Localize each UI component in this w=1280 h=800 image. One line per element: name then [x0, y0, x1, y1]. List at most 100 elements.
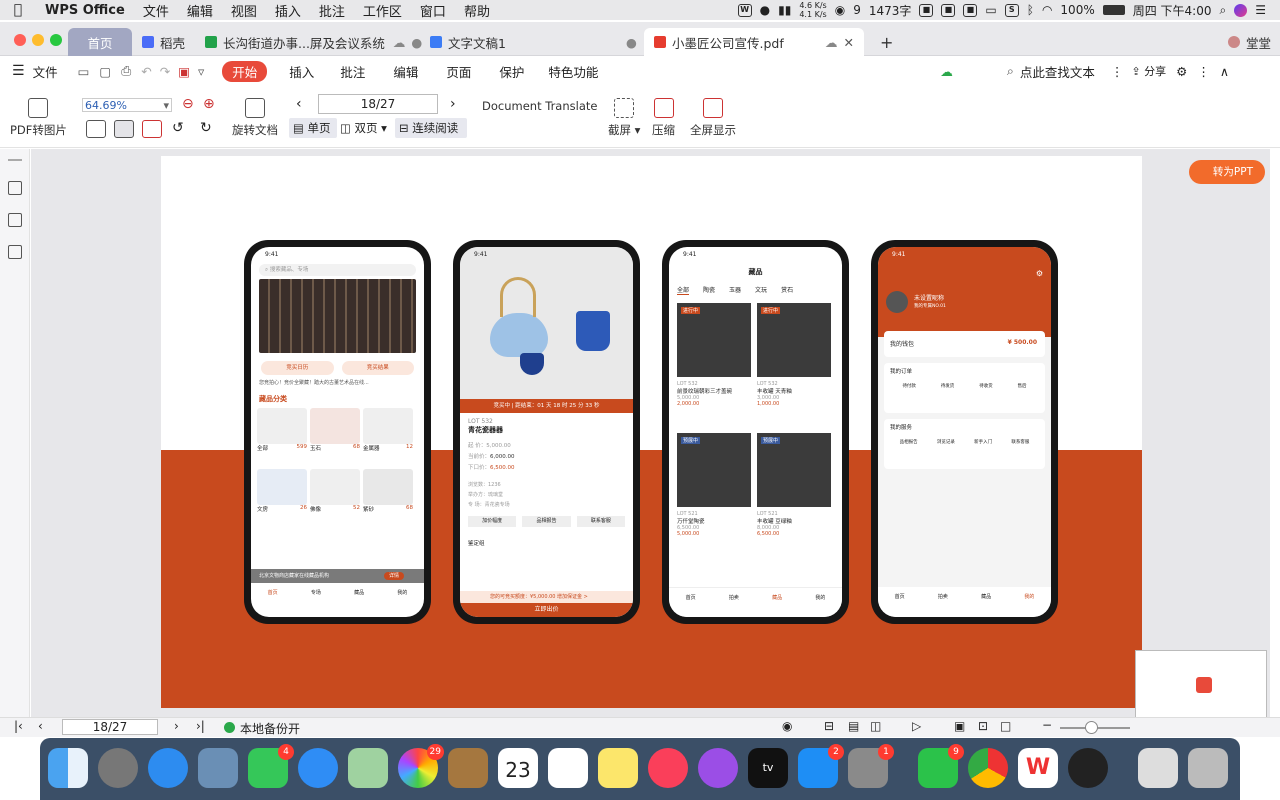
maps-icon[interactable]: [348, 748, 388, 788]
apple-icon[interactable]: : [0, 2, 36, 18]
menu-insert[interactable]: 插入: [266, 1, 310, 20]
more-icon[interactable]: ⋮: [1197, 64, 1210, 79]
collapse-ribbon-icon[interactable]: ∧: [1220, 64, 1229, 79]
close-window-icon[interactable]: [14, 34, 26, 46]
tab-edit[interactable]: 编辑: [393, 62, 418, 81]
nav-auction[interactable]: 拍卖: [938, 593, 948, 617]
service-contact[interactable]: 联系客服: [1011, 439, 1029, 445]
share-button[interactable]: ⇪ 分享: [1131, 63, 1166, 79]
bars-icon[interactable]: ▮▮: [778, 3, 791, 17]
product-card[interactable]: 进行中 LOT 532 丰收罐 天青釉 3,000.00 1,000.00: [757, 303, 831, 427]
export-pdf-icon[interactable]: ▣: [178, 64, 190, 79]
tray-icon-a[interactable]: ■: [919, 3, 934, 17]
order-after-sale[interactable]: 售后: [1018, 383, 1027, 389]
service-report[interactable]: 品相报告: [900, 439, 918, 445]
wallet-card[interactable]: 我的钱包 ¥ 500.00: [884, 331, 1045, 357]
find-text[interactable]: 点此查找文本: [1020, 62, 1095, 81]
menu-view[interactable]: 视图: [222, 1, 266, 20]
rotate-left-icon[interactable]: ↺: [172, 120, 184, 136]
document-translate-button[interactable]: Document Translate: [482, 99, 597, 113]
tab-stone[interactable]: 赏石: [781, 285, 793, 295]
documents-folder-icon[interactable]: [1138, 748, 1178, 788]
calendar-icon[interactable]: 23: [498, 748, 538, 788]
zoom-select[interactable]: 64.69% ▾: [82, 98, 172, 112]
zoom-window-icon[interactable]: [50, 34, 62, 46]
next-page-icon[interactable]: ›: [450, 96, 456, 112]
fullscreen-button[interactable]: 全屏显示: [690, 98, 736, 138]
menu-comment[interactable]: 批注: [310, 1, 354, 20]
save-icon[interactable]: ▢: [99, 64, 111, 79]
qq-icon[interactable]: [1068, 748, 1108, 788]
notes-icon[interactable]: [598, 748, 638, 788]
contact-button[interactable]: 联系客服: [576, 516, 625, 527]
tab-sheet[interactable]: 长沟街道办事...屏及会议系统 ☁ ●: [195, 28, 432, 56]
launchpad-icon[interactable]: [98, 748, 138, 788]
actual-size-icon[interactable]: ▣: [954, 719, 965, 733]
nav-home[interactable]: 首页: [686, 594, 696, 617]
continuous-read-button[interactable]: ⊟ 连续阅读: [395, 118, 467, 138]
chevron-down-icon[interactable]: ▿: [198, 64, 204, 79]
product-card[interactable]: 进行中 LOT 532 前景纹瑞朝彩三才盖碗 5,000.00 2,000.00: [677, 303, 751, 427]
double-view-icon[interactable]: ◫: [870, 719, 881, 733]
nav-home[interactable]: 首页: [268, 589, 278, 617]
drag-handle-icon[interactable]: [8, 159, 22, 161]
actual-size-icon[interactable]: [86, 120, 106, 138]
tab-all[interactable]: 全部: [677, 285, 690, 295]
redo-icon[interactable]: ↷: [160, 64, 170, 79]
category-item[interactable]: 紫砂 68: [363, 469, 413, 527]
system-preferences-icon[interactable]: 1: [848, 744, 894, 788]
open-icon[interactable]: ▭: [78, 64, 90, 79]
cloud-sync-icon[interactable]: ☁: [940, 64, 953, 79]
tray-icon-d[interactable]: S: [1004, 3, 1019, 17]
new-tab-button[interactable]: +: [870, 28, 903, 56]
increment-button[interactable]: 加价幅度: [468, 516, 517, 527]
tab-start[interactable]: 开始: [222, 60, 268, 82]
tab-curio[interactable]: 文玩: [755, 285, 767, 295]
tab-doc[interactable]: 文字文稿1 ●: [420, 28, 647, 56]
annotation-icon[interactable]: [8, 245, 22, 259]
double-page-button[interactable]: ◫ 双页 ▾: [340, 118, 387, 138]
product-card[interactable]: 预展中 LOT 521 万仟堂陶瓷 6,500.00 5,000.00: [677, 433, 751, 557]
zoom-out-icon[interactable]: −: [1042, 718, 1052, 732]
category-item[interactable]: 金属器 12: [363, 408, 413, 466]
control-center-icon[interactable]: ☰: [1255, 3, 1266, 17]
siri-icon[interactable]: [1234, 3, 1248, 17]
minimize-window-icon[interactable]: [32, 34, 44, 46]
nav-mine[interactable]: 我的: [815, 594, 825, 617]
convert-to-ppt-button[interactable]: 转为PPT: [1189, 160, 1265, 184]
apple-tv-icon[interactable]: tv: [748, 748, 788, 788]
menu-app-name[interactable]: WPS Office: [36, 3, 134, 18]
compress-button[interactable]: 压缩: [652, 98, 675, 138]
promo-banner[interactable]: 北京文物商店藏家在线藏品机构 详情: [251, 569, 424, 583]
tab-pdf-active[interactable]: 小墨匠公司宣传.pdf ☁ ✕: [644, 28, 864, 56]
undo-icon[interactable]: ↶: [141, 64, 151, 79]
order-pending-pay[interactable]: 待付款: [902, 383, 916, 389]
nav-collection[interactable]: 藏品: [981, 593, 991, 617]
zoom-in-icon[interactable]: ⊕: [203, 96, 215, 112]
airplay-icon[interactable]: ▭: [985, 3, 996, 17]
wps-office-icon[interactable]: W: [1018, 748, 1058, 788]
search-icon[interactable]: ⌕: [1007, 63, 1014, 79]
settings-icon[interactable]: ⚙: [1176, 64, 1187, 79]
screenshot-button[interactable]: 截屏 ▾: [608, 98, 640, 138]
contacts-icon[interactable]: [448, 748, 488, 788]
nav-collection[interactable]: 藏品: [772, 594, 782, 617]
nav-collection[interactable]: 藏品: [354, 589, 364, 617]
tab-jade[interactable]: 玉器: [729, 285, 741, 295]
zoom-slider-handle[interactable]: [1085, 721, 1098, 734]
eye-protection-icon[interactable]: ◉: [782, 719, 792, 733]
prev-page-icon[interactable]: ‹: [296, 96, 302, 112]
backup-status[interactable]: 本地备份开: [240, 720, 300, 737]
menu-edit[interactable]: 编辑: [178, 1, 222, 20]
thumbnail-icon[interactable]: [8, 213, 22, 227]
wifi-icon[interactable]: ◠: [1042, 3, 1052, 17]
messages-icon[interactable]: [298, 748, 338, 788]
music-icon[interactable]: [648, 748, 688, 788]
clock[interactable]: 周四 下午4:00: [1133, 2, 1212, 19]
menu-file[interactable]: 文件: [134, 1, 178, 20]
print-icon[interactable]: ⎙: [121, 63, 131, 79]
report-button[interactable]: 品相报告: [522, 516, 571, 527]
bluetooth-icon[interactable]: ᛒ: [1027, 3, 1034, 17]
service-guide[interactable]: 新手入门: [974, 439, 992, 445]
rotate-document-button[interactable]: 旋转文档: [232, 98, 278, 138]
